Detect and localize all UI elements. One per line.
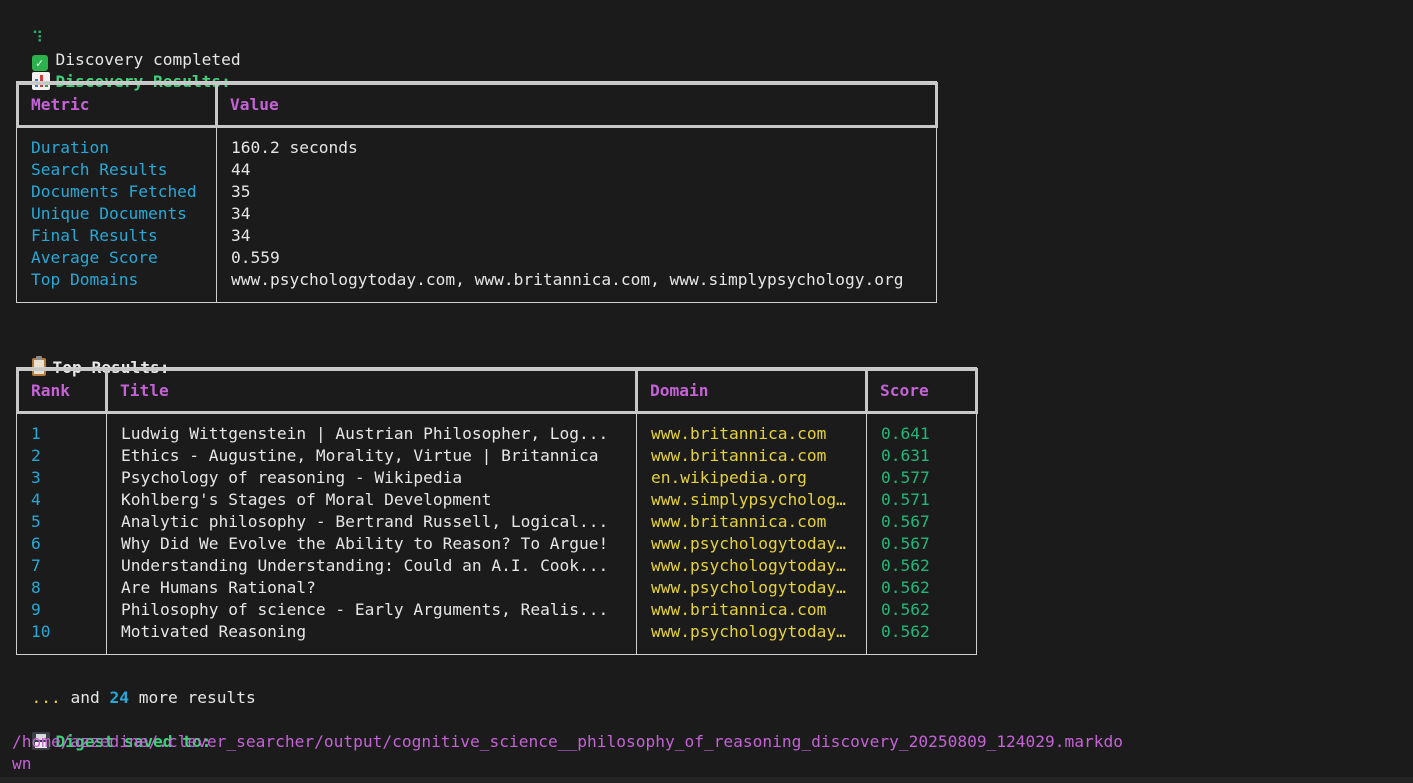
domain-cell: en.wikipedia.org [651, 468, 807, 487]
rank-cell: 9 [31, 600, 41, 619]
domain-cell: www.britannica.com [651, 600, 827, 619]
digest-heading: Digest saved to: [12, 709, 211, 751]
domain-cell: www.britannica.com [651, 446, 827, 465]
column-header-rank: Rank [16, 368, 108, 414]
domain-cell: www.britannica.com [651, 512, 827, 531]
column-header-domain: Domain [635, 368, 868, 414]
rank-cell: 4 [31, 490, 41, 509]
digest-path[interactable]: /home/azzedine/.clever_searcher/output/c… [12, 731, 1123, 753]
domain-cell: www.simplypsycholog… [651, 490, 846, 509]
terminal-bottom-edge [0, 777, 1413, 783]
metric-cell: Duration [31, 138, 109, 157]
column-header-value: Value [215, 82, 938, 128]
rank-cell: 6 [31, 534, 41, 553]
title-cell: Analytic philosophy - Bertrand Russell, … [121, 512, 609, 531]
rank-cell: 8 [31, 578, 41, 597]
score-cell: 0.577 [881, 468, 930, 487]
title-cell: Philosophy of science - Early Arguments,… [121, 600, 609, 619]
metric-cell: Final Results [31, 226, 158, 245]
score-cell: 0.567 [881, 512, 930, 531]
score-cell: 0.562 [881, 622, 930, 641]
title-cell: Ludwig Wittgenstein | Austrian Philosoph… [121, 424, 609, 443]
metric-cell: Average Score [31, 248, 158, 267]
rank-cell: 1 [31, 424, 41, 443]
value-cell: www.psychologytoday.com, www.britannica.… [231, 270, 904, 289]
value-cell: 44 [231, 160, 251, 179]
top-results-heading: Top Results: [12, 335, 169, 377]
spinner-icon: ⠹ [31, 28, 44, 47]
column-header-score: Score [865, 368, 978, 414]
digest-path-continuation[interactable]: wn [12, 753, 32, 775]
more-results-line: ... and 24 more results [12, 665, 256, 707]
value-cell: 34 [231, 204, 251, 223]
title-cell: Why Did We Evolve the Ability to Reason?… [121, 534, 609, 553]
status-line: ⠹ ✓ Discovery completed [12, 5, 241, 71]
score-cell: 0.562 [881, 578, 930, 597]
rank-cell: 2 [31, 446, 41, 465]
metric-cell: Documents Fetched [31, 182, 197, 201]
value-cell: 0.559 [231, 248, 280, 267]
title-cell: Understanding Understanding: Could an A.… [121, 556, 609, 575]
domain-cell: www.britannica.com [651, 424, 827, 443]
column-header-metric: Metric [16, 82, 218, 128]
more-and: and [70, 688, 100, 707]
rank-cell: 3 [31, 468, 41, 487]
score-cell: 0.567 [881, 534, 930, 553]
column-header-title: Title [105, 368, 638, 414]
domain-cell: www.psychologytoday… [651, 622, 846, 641]
score-cell: 0.562 [881, 600, 930, 619]
score-cell: 0.571 [881, 490, 930, 509]
value-cell: 160.2 seconds [231, 138, 358, 157]
metric-cell: Unique Documents [31, 204, 187, 223]
rank-cell: 7 [31, 556, 41, 575]
title-cell: Motivated Reasoning [121, 622, 307, 641]
domain-cell: www.psychologytoday… [651, 534, 846, 553]
ellipsis: ... [31, 688, 61, 707]
domain-cell: www.psychologytoday… [651, 556, 846, 575]
rank-cell: 10 [31, 622, 51, 641]
value-cell: 34 [231, 226, 251, 245]
discovery-heading: Discovery Results: [12, 49, 231, 91]
metric-cell: Top Domains [31, 270, 139, 289]
title-cell: Psychology of reasoning - Wikipedia [121, 468, 463, 487]
score-cell: 0.562 [881, 556, 930, 575]
title-cell: Are Humans Rational? [121, 578, 316, 597]
rank-cell: 5 [31, 512, 41, 531]
score-cell: 0.631 [881, 446, 930, 465]
value-cell: 35 [231, 182, 251, 201]
title-cell: Kohlberg's Stages of Moral Development [121, 490, 492, 509]
metric-cell: Search Results [31, 160, 168, 179]
more-tail: more results [138, 688, 256, 707]
title-cell: Ethics - Augustine, Morality, Virtue | B… [121, 446, 599, 465]
domain-cell: www.psychologytoday… [651, 578, 846, 597]
score-cell: 0.641 [881, 424, 930, 443]
more-count: 24 [109, 688, 130, 707]
